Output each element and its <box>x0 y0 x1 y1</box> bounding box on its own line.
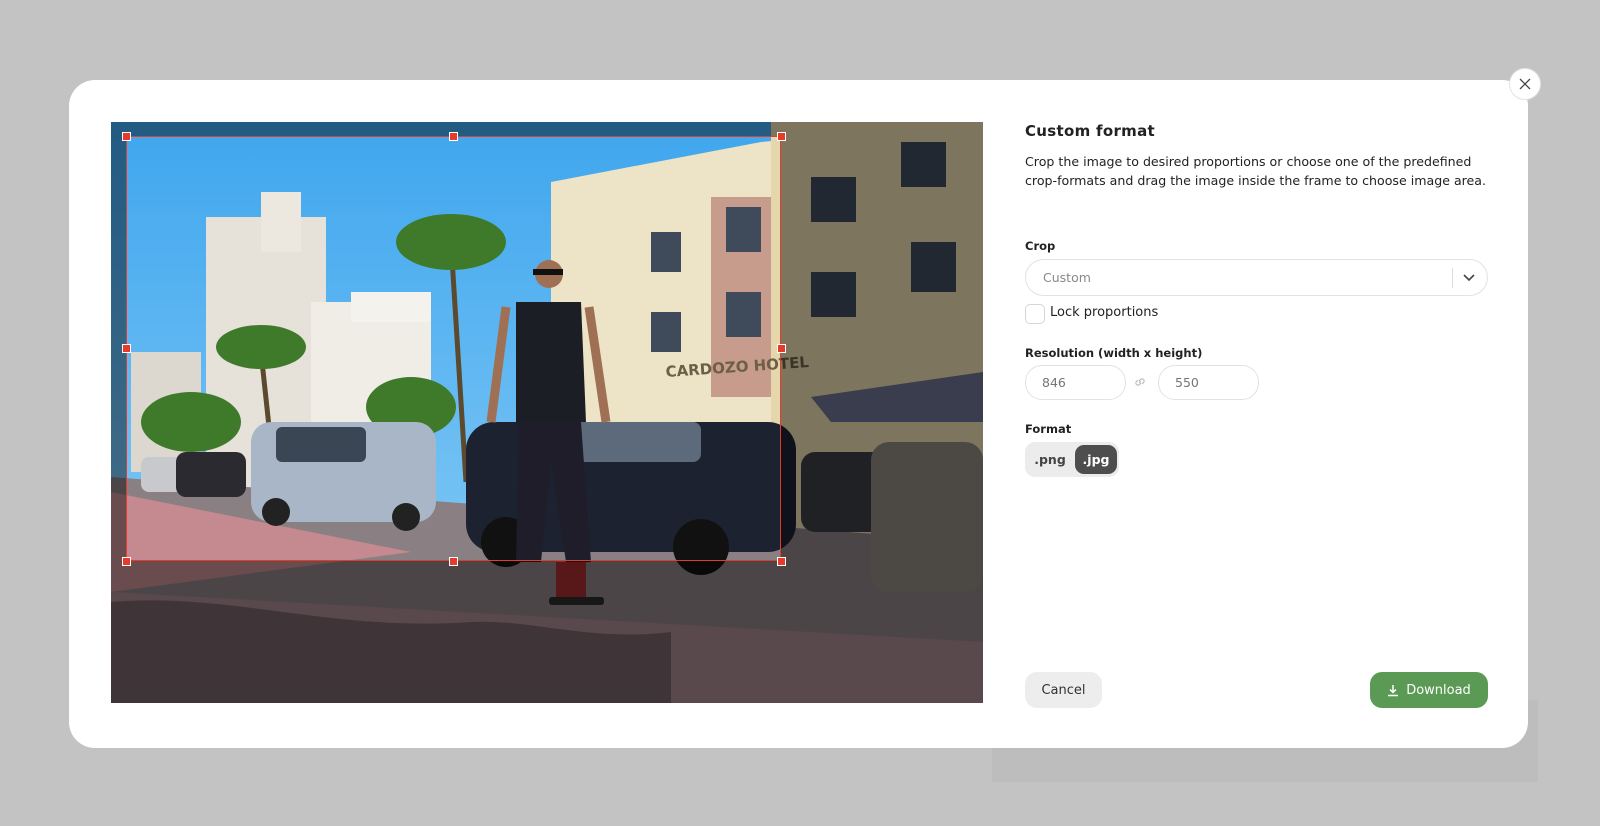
crop-handle-bottom-center[interactable] <box>449 557 458 566</box>
chevron-down-icon <box>1463 274 1475 282</box>
download-icon <box>1388 684 1399 696</box>
format-png-option[interactable]: .png <box>1028 445 1072 474</box>
close-icon <box>1519 78 1531 90</box>
image-preview[interactable]: CARDOZO HOTEL <box>111 122 983 703</box>
width-input[interactable] <box>1025 365 1126 400</box>
format-label: Format <box>1025 422 1072 436</box>
cancel-button[interactable]: Cancel <box>1025 672 1102 708</box>
crop-select[interactable]: Custom <box>1025 259 1488 296</box>
crop-handle-bottom-right[interactable] <box>777 557 786 566</box>
crop-handle-top-center[interactable] <box>449 132 458 141</box>
download-label: Download <box>1406 682 1471 698</box>
resolution-label: Resolution (width x height) <box>1025 346 1203 360</box>
crop-dim-bottom <box>111 561 983 703</box>
close-button[interactable] <box>1509 68 1541 100</box>
crop-dim-right <box>781 136 983 561</box>
format-toggle: .png .jpg <box>1025 442 1119 477</box>
download-button[interactable]: Download <box>1370 672 1488 708</box>
dialog-title: Custom format <box>1025 122 1155 140</box>
crop-dim-top <box>111 122 983 136</box>
lock-proportions-checkbox[interactable] <box>1025 304 1045 324</box>
height-input[interactable] <box>1158 365 1259 400</box>
crop-select-value: Custom <box>1043 270 1091 285</box>
crop-frame[interactable] <box>126 136 781 561</box>
crop-handle-middle-right[interactable] <box>777 344 786 353</box>
select-divider <box>1452 268 1453 288</box>
format-jpg-option[interactable]: .jpg <box>1075 445 1117 474</box>
link-icon[interactable] <box>1133 375 1147 389</box>
crop-label: Crop <box>1025 239 1056 253</box>
crop-handle-top-right[interactable] <box>777 132 786 141</box>
dialog-description: Crop the image to desired proportions or… <box>1025 154 1487 188</box>
crop-handle-bottom-left[interactable] <box>122 557 131 566</box>
crop-handle-middle-left[interactable] <box>122 344 131 353</box>
crop-handle-top-left[interactable] <box>122 132 131 141</box>
lock-proportions-label: Lock proportions <box>1050 305 1159 320</box>
